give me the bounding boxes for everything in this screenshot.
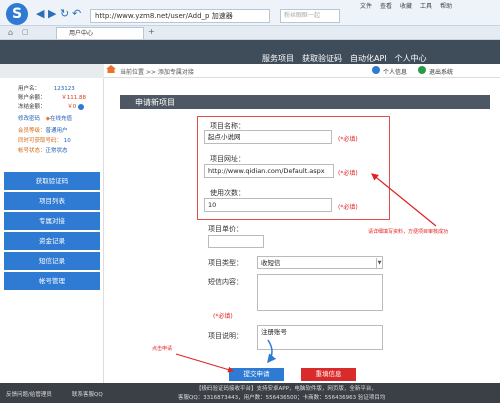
frozen-value: ￥0 <box>67 104 77 110</box>
desc-label: 项目说明： <box>208 332 243 340</box>
username-value: 123123 <box>53 86 75 92</box>
back-icon[interactable]: ◀ <box>36 8 44 19</box>
side-menu: 获取验证码 项目列表 专属对接 资金记录 短信记录 帐号管理 <box>4 172 100 292</box>
sidebar-item-dedicated[interactable]: 专属对接 <box>4 212 100 230</box>
panel-header <box>120 95 490 109</box>
project-url-input[interactable]: http://www.qidian.com/Default.aspx <box>204 164 334 178</box>
count-label: 使用次数： <box>210 189 245 197</box>
sms-content-textarea[interactable] <box>257 274 383 311</box>
contact-qq-link[interactable]: 联系客服QQ <box>72 390 103 398</box>
username-row: 用户名： 123123 <box>18 86 75 92</box>
level-row: 会员等级：普通用户 <box>18 128 68 134</box>
footer-line-2: 客服QQ：3316873443，用户数：556436500；卡商数：556436… <box>178 395 386 401</box>
browser-search-input[interactable]: 粉丝眼眶一起 <box>280 9 340 23</box>
click-hint: 点击申请 <box>152 346 173 352</box>
new-tab-icon[interactable]: + <box>148 27 155 36</box>
sms-label: 短信内容： <box>208 278 243 286</box>
submit-button[interactable]: 提交申请 <box>229 368 284 381</box>
description-textarea[interactable]: 注册账号 <box>257 325 383 350</box>
nav-get-code[interactable]: 获取验证码 <box>302 53 342 64</box>
change-password-link[interactable]: 修改密码 <box>18 116 40 122</box>
recharge-link[interactable]: 在线充值 <box>50 116 72 122</box>
user-icon <box>372 66 380 74</box>
menu-favorites[interactable]: 收藏 <box>400 3 412 10</box>
required-mark: (*必填) <box>213 313 233 320</box>
forward-icon[interactable]: ▶ <box>48 8 56 19</box>
tab-list-icon[interactable]: ▢ <box>22 28 29 36</box>
undo-icon[interactable]: ↶ <box>72 8 81 19</box>
balance-value: ￥111.88 <box>61 95 87 101</box>
url-label: 项目网址： <box>210 155 245 163</box>
address-bar[interactable]: http://www.yzm8.net/user/Add_p 加速器 <box>90 9 270 23</box>
top-nav: 服务项目 获取验证码 自动化API 个人中心 <box>262 46 435 65</box>
sidebar-item-get-code[interactable]: 获取验证码 <box>4 172 100 190</box>
sidebar-item-funds[interactable]: 资金记录 <box>4 232 100 250</box>
profile-link[interactable]: 个人信息 <box>383 67 407 76</box>
price-label: 项目单价： <box>208 225 243 233</box>
menu-file[interactable]: 文件 <box>360 3 372 10</box>
nav-api[interactable]: 自动化API <box>350 53 387 64</box>
menu-view[interactable]: 查看 <box>380 3 392 10</box>
concurrent-row: 同时可获取号码： 10 <box>18 138 71 144</box>
browser-logo-icon: S <box>6 3 28 25</box>
sidebar-item-account[interactable]: 帐号管理 <box>4 272 100 290</box>
account-links: 修改密码 ◆在线充值 <box>18 114 72 122</box>
menu-help[interactable]: 帮助 <box>440 3 452 10</box>
logout-icon <box>418 66 426 74</box>
nav-services[interactable]: 服务项目 <box>262 53 294 64</box>
nav-user-center[interactable]: 个人中心 <box>395 53 427 64</box>
chevron-down-icon[interactable]: ▼ <box>376 258 382 268</box>
balance-row: 账户余额： ￥111.88 <box>18 95 87 101</box>
logout-link[interactable]: 退出系统 <box>429 67 453 76</box>
reset-button[interactable]: 重填信息 <box>301 368 356 381</box>
required-mark: (*必填) <box>338 136 358 143</box>
price-input[interactable] <box>208 235 264 248</box>
frozen-row: 冻结金额： ￥0 <box>18 102 85 110</box>
concurrent-value: 10 <box>63 138 71 144</box>
fill-hint: 请详细填写资料，方便项目审核成功 <box>368 229 449 235</box>
browser-menu: 文件 查看 收藏 工具 帮助 <box>360 1 460 10</box>
required-mark: (*必填) <box>338 204 358 211</box>
refresh-icon[interactable]: ↻ <box>60 8 69 19</box>
help-icon[interactable] <box>78 103 85 110</box>
sidebar-item-sms[interactable]: 短信记录 <box>4 252 100 270</box>
type-label: 项目类型： <box>208 259 243 267</box>
status-row: 帐号状态：正常状态 <box>18 148 68 154</box>
panel-title: 申请新项目 <box>135 98 175 107</box>
required-mark: (*必填) <box>338 170 358 177</box>
footer-line-1: 【极码验证码接收平台】支持安卓APP，电脑软件版，网页版，全新平台， <box>196 386 377 392</box>
home-tab-icon[interactable]: ⌂ <box>8 28 13 37</box>
project-name-input[interactable]: 起点小说网 <box>204 130 332 144</box>
use-count-input[interactable]: 10 <box>204 198 332 212</box>
status-value: 正常状态 <box>45 148 68 154</box>
sidebar-item-projects[interactable]: 项目列表 <box>4 192 100 210</box>
tab-user-center[interactable]: 用户中心 <box>56 27 144 39</box>
level-value: 普通用户 <box>45 128 68 134</box>
project-type-select[interactable]: 收短信 <box>257 256 383 269</box>
feedback-link[interactable]: 反馈问题/给管理员 <box>6 390 52 398</box>
menu-tools[interactable]: 工具 <box>420 3 432 10</box>
breadcrumb: 当前位置 >> 添加专属对接 <box>120 69 194 76</box>
